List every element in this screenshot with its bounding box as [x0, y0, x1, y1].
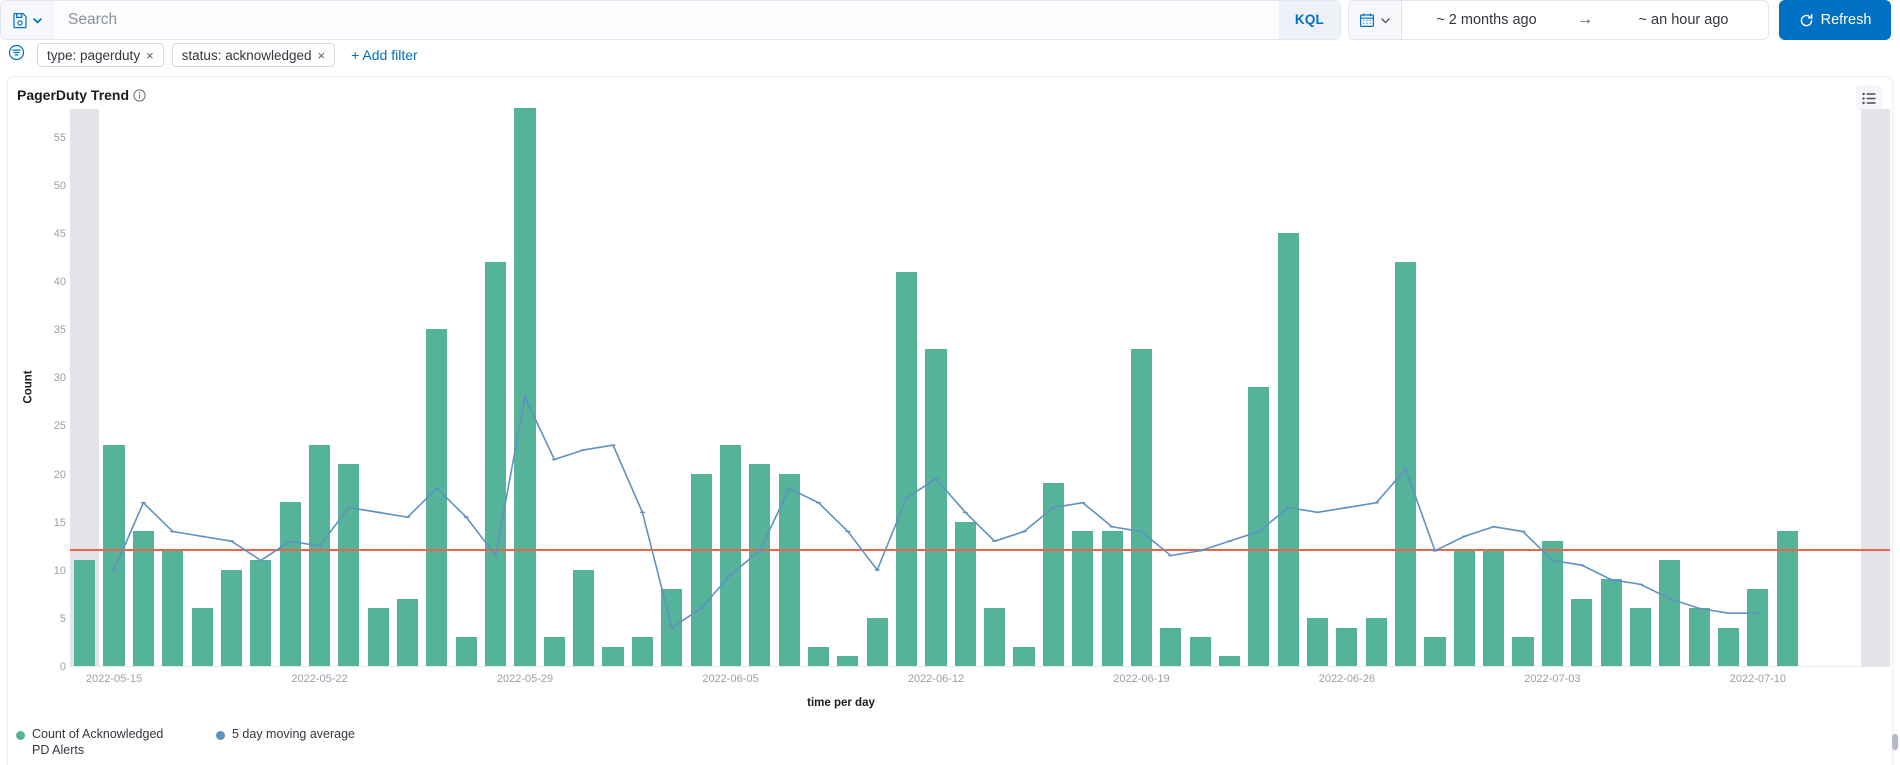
filter-pill-status[interactable]: status: acknowledged × [172, 43, 335, 67]
legend-item-count[interactable]: Count of Acknowledged PD Alerts [16, 727, 216, 758]
chart-area: Count 0510152025303540455055 2022-05-152… [8, 107, 1893, 667]
y-axis-tick: 30 [54, 372, 66, 384]
plot-region[interactable] [70, 109, 1890, 667]
y-axis-tick: 40 [54, 276, 66, 288]
x-axis-tick: 2022-06-19 [1113, 673, 1169, 685]
legend-item-moving-average[interactable]: 5 day moving average [216, 727, 355, 758]
search-input[interactable] [54, 1, 1279, 39]
y-axis-tick: 0 [60, 661, 66, 673]
close-icon[interactable]: × [318, 49, 326, 62]
list-icon [1862, 91, 1877, 106]
date-quick-select-button[interactable] [1348, 0, 1401, 40]
y-axis-tick: 25 [54, 420, 66, 432]
page-scrollbar-thumb[interactable] [1892, 734, 1898, 750]
x-axis-ticks: 2022-05-15 2022-05-22 2022-05-29 2022-06-05… [70, 673, 1890, 689]
filter-options-icon [8, 44, 25, 66]
x-axis-tick: 2022-06-05 [702, 673, 758, 685]
y-axis-tick: 45 [54, 228, 66, 240]
x-axis-tick: 2022-05-15 [86, 673, 142, 685]
info-icon[interactable] [133, 89, 146, 102]
panel-title: PagerDuty Trend [8, 77, 1892, 103]
filter-pill-type[interactable]: type: pagerduty × [37, 43, 164, 67]
date-picker: ~ 2 months ago → ~ an hour ago [1348, 0, 1769, 40]
close-icon[interactable]: × [146, 49, 154, 62]
y-axis-tick: 10 [54, 565, 66, 577]
x-axis-label: time per day [8, 697, 1893, 709]
query-bar: KQL ~ 2 months ago → ~ an hour ago [0, 0, 1900, 40]
y-axis-tick: 5 [60, 613, 66, 625]
legend-color-dot [16, 731, 25, 740]
y-axis-tick: 20 [54, 469, 66, 481]
y-axis-tick: 35 [54, 324, 66, 336]
filter-bar: type: pagerduty × status: acknowledged ×… [0, 40, 1900, 70]
x-axis-tick: 2022-05-29 [497, 673, 553, 685]
y-axis-label: Count [23, 370, 35, 403]
chart-legend: Count of Acknowledged PD Alerts 5 day mo… [16, 727, 355, 758]
refresh-icon [1799, 13, 1814, 28]
filter-pill-label: status: acknowledged [182, 48, 312, 63]
calendar-icon [1359, 12, 1375, 28]
y-axis-tick: 50 [54, 180, 66, 192]
saved-query-button[interactable] [0, 0, 54, 40]
filter-options-button[interactable] [3, 42, 29, 68]
chart-panel: PagerDuty Trend Count 0 5 10 15 20 25 30 35 40 45… [7, 76, 1893, 765]
refresh-label: Refresh [1821, 12, 1872, 28]
legend-color-dot [216, 731, 225, 740]
filter-pill-label: type: pagerduty [47, 48, 140, 63]
x-axis-tick: 2022-05-22 [291, 673, 347, 685]
date-range-end[interactable]: ~ an hour ago [1599, 12, 1768, 28]
chevron-down-icon [1379, 14, 1392, 27]
y-axis-ticks: 0510152025303540455055 [34, 107, 66, 667]
x-axis-tick: 2022-06-26 [1319, 673, 1375, 685]
search-container: KQL [54, 0, 1341, 40]
y-axis-tick: 15 [54, 517, 66, 529]
date-range-box: ~ 2 months ago → ~ an hour ago [1401, 0, 1769, 40]
x-axis-tick: 2022-06-12 [908, 673, 964, 685]
query-language-badge[interactable]: KQL [1279, 1, 1340, 39]
refresh-button[interactable]: Refresh [1779, 0, 1891, 40]
y-axis-tick: 55 [54, 132, 66, 144]
legend-item-label: 5 day moving average [232, 727, 355, 743]
x-axis-tick: 2022-07-10 [1730, 673, 1786, 685]
x-axis-tick: 2022-07-03 [1524, 673, 1580, 685]
add-filter-button[interactable]: + Add filter [351, 47, 418, 63]
moving-average-line [70, 109, 1890, 666]
page-title: PagerDuty Trend [17, 87, 129, 103]
legend-item-label: Count of Acknowledged PD Alerts [32, 727, 177, 758]
chevron-down-icon [31, 14, 44, 27]
date-range-start[interactable]: ~ 2 months ago [1402, 12, 1571, 28]
save-query-icon [12, 12, 28, 29]
date-range-arrow-icon: → [1571, 11, 1599, 29]
